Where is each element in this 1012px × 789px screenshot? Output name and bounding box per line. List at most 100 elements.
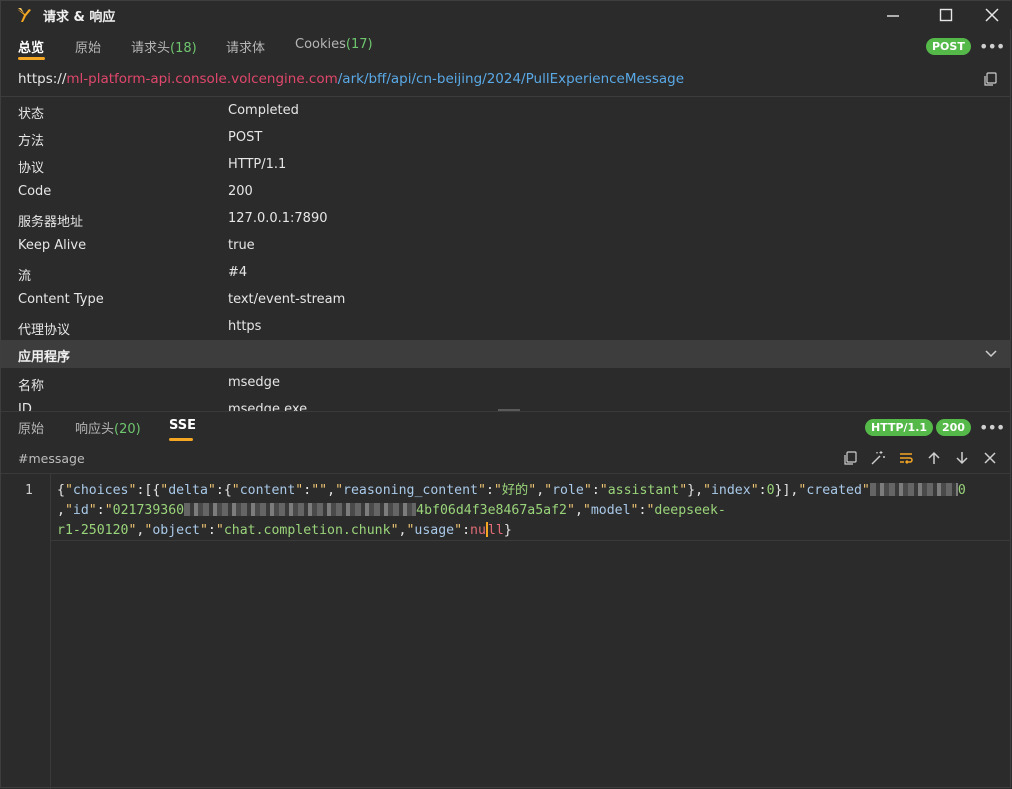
json-null: ll xyxy=(487,523,504,538)
event-name: #message xyxy=(18,451,85,466)
copy-url-icon[interactable] xyxy=(983,72,997,86)
copy-icon[interactable] xyxy=(842,450,858,466)
row-value: 200 xyxy=(228,184,253,199)
row-key: 流 xyxy=(18,269,32,284)
json-key: index xyxy=(710,483,751,498)
row-key: 状态 xyxy=(18,107,45,122)
json-value: 0 xyxy=(957,483,966,498)
url-host: ml-platform-api.console.volcengine.com xyxy=(66,71,338,87)
tab-cookies[interactable]: Cookies(17) xyxy=(295,37,373,52)
tab-label: 原始 xyxy=(18,422,45,437)
json-value: chat.completion.chunk xyxy=(223,523,391,538)
status-badge: 200 xyxy=(936,419,971,436)
json-key: model xyxy=(590,503,631,518)
overview-row-status: 状态 Completed xyxy=(1,97,1011,124)
chevron-down-icon xyxy=(985,350,997,358)
overview-row-server: 服务器地址 127.0.0.1:7890 xyxy=(1,205,1011,232)
more-options-button[interactable]: ••• xyxy=(979,39,1005,57)
app-row-name: 名称 msedge xyxy=(1,369,1011,396)
line-number: 1 xyxy=(25,483,33,498)
more-options-button[interactable]: ••• xyxy=(979,420,1005,438)
overview-row-proxy: 代理协议 https xyxy=(1,313,1011,340)
magic-wand-icon[interactable] xyxy=(870,450,886,466)
json-null: nu xyxy=(470,523,486,538)
window-title: 请求 & 响应 xyxy=(43,10,116,25)
title-bar: 请求 & 响应 xyxy=(1,1,1011,29)
row-value: Completed xyxy=(228,103,299,118)
active-tab-indicator xyxy=(169,438,193,441)
json-value: 4bf06d4f3e8467a5af2 xyxy=(416,503,567,518)
ellipsis-icon: ••• xyxy=(979,418,1005,437)
sse-json-content: {"choices":[{"delta":{"content":"","reas… xyxy=(57,483,966,538)
row-value: 127.0.0.1:7890 xyxy=(228,211,328,226)
overview-row-keepalive: Keep Alive true xyxy=(1,232,1011,259)
request-response-window: 请求 & 响应 总览 原始 请求头(18) 请求体 Cookies(17) PO… xyxy=(0,0,1011,789)
ellipsis-icon: ••• xyxy=(979,37,1005,56)
tab-label: Cookies xyxy=(295,37,346,52)
tab-count: (20) xyxy=(114,422,141,437)
overview-row-content-type: Content Type text/event-stream xyxy=(1,286,1011,313)
request-url[interactable]: https://ml-platform-api.console.volcengi… xyxy=(18,71,684,87)
sse-toolbar: #message xyxy=(1,444,1011,474)
json-key: usage xyxy=(414,523,455,538)
close-icon[interactable] xyxy=(982,450,998,466)
wrap-icon[interactable] xyxy=(898,450,914,466)
row-value: msedge xyxy=(228,375,280,390)
overview-row-code: Code 200 xyxy=(1,178,1011,205)
minimize-icon xyxy=(887,15,899,17)
row-value: https xyxy=(228,319,262,334)
overview-table: 状态 Completed 方法 POST 协议 HTTP/1.1 Code 200 服务… xyxy=(1,97,1011,411)
tab-request-headers[interactable]: 请求头(18) xyxy=(131,37,197,56)
row-key: Code xyxy=(18,184,52,199)
json-key: id xyxy=(72,503,89,518)
application-section-header[interactable]: 应用程序 xyxy=(1,340,1011,368)
tab-response-raw[interactable]: 原始 xyxy=(18,418,44,437)
tab-response-headers[interactable]: 响应头(20) xyxy=(75,418,141,437)
close-window-button[interactable] xyxy=(981,5,1003,25)
response-tabs: 原始 响应头(20) SSE HTTP/1.1 200 ••• xyxy=(1,411,1011,444)
section-title: 应用程序 xyxy=(18,350,71,365)
tab-label: 原始 xyxy=(75,41,102,56)
row-value: true xyxy=(228,238,255,253)
json-value: r1-250120 xyxy=(57,523,129,538)
minimize-button[interactable] xyxy=(882,5,904,25)
sse-code-view[interactable]: 1 {"choices":[{"delta":{"content":"","re… xyxy=(1,474,1011,789)
json-key: reasoning_content xyxy=(343,483,478,498)
row-value: #4 xyxy=(228,265,248,280)
tab-overview[interactable]: 总览 xyxy=(18,37,44,56)
maximize-button[interactable] xyxy=(935,5,957,25)
json-key: object xyxy=(152,523,200,538)
json-key: created xyxy=(806,483,862,498)
row-key: ID xyxy=(18,402,32,411)
row-key: 服务器地址 xyxy=(18,215,84,230)
tab-sse[interactable]: SSE xyxy=(169,418,196,433)
tab-label: 请求头 xyxy=(131,41,171,56)
tab-request-body[interactable]: 请求体 xyxy=(226,37,265,56)
app-logo-icon xyxy=(17,8,31,22)
line-gutter: 1 xyxy=(1,474,51,789)
tab-raw[interactable]: 原始 xyxy=(75,37,101,56)
row-key: Keep Alive xyxy=(18,238,87,253)
redacted-block xyxy=(184,503,417,516)
tab-label: 响应头 xyxy=(75,422,115,437)
arrow-down-icon[interactable] xyxy=(954,450,970,466)
maximize-icon xyxy=(939,8,953,22)
json-key: content xyxy=(239,483,296,498)
json-key: role xyxy=(552,483,584,498)
json-key: choices xyxy=(72,483,129,498)
json-value: deepseek- xyxy=(654,503,726,518)
row-value: text/event-stream xyxy=(228,292,346,307)
tab-count: (17) xyxy=(345,37,373,52)
overview-row-method: 方法 POST xyxy=(1,124,1011,151)
row-value: msedge.exe xyxy=(228,402,308,411)
overview-row-stream: 流 #4 xyxy=(1,259,1011,286)
active-tab-indicator xyxy=(18,57,45,60)
tab-label: SSE xyxy=(169,418,197,433)
url-path: /ark/bff/api/cn-beijing/2024/PullExperie… xyxy=(337,71,685,87)
row-key: 方法 xyxy=(18,134,45,149)
row-value: POST xyxy=(228,130,263,145)
tab-count: (18) xyxy=(170,41,197,56)
arrow-up-icon[interactable] xyxy=(926,450,942,466)
tab-label: 请求体 xyxy=(226,41,266,56)
request-tabs: 总览 原始 请求头(18) 请求体 Cookies(17) POST ••• xyxy=(1,29,1011,61)
